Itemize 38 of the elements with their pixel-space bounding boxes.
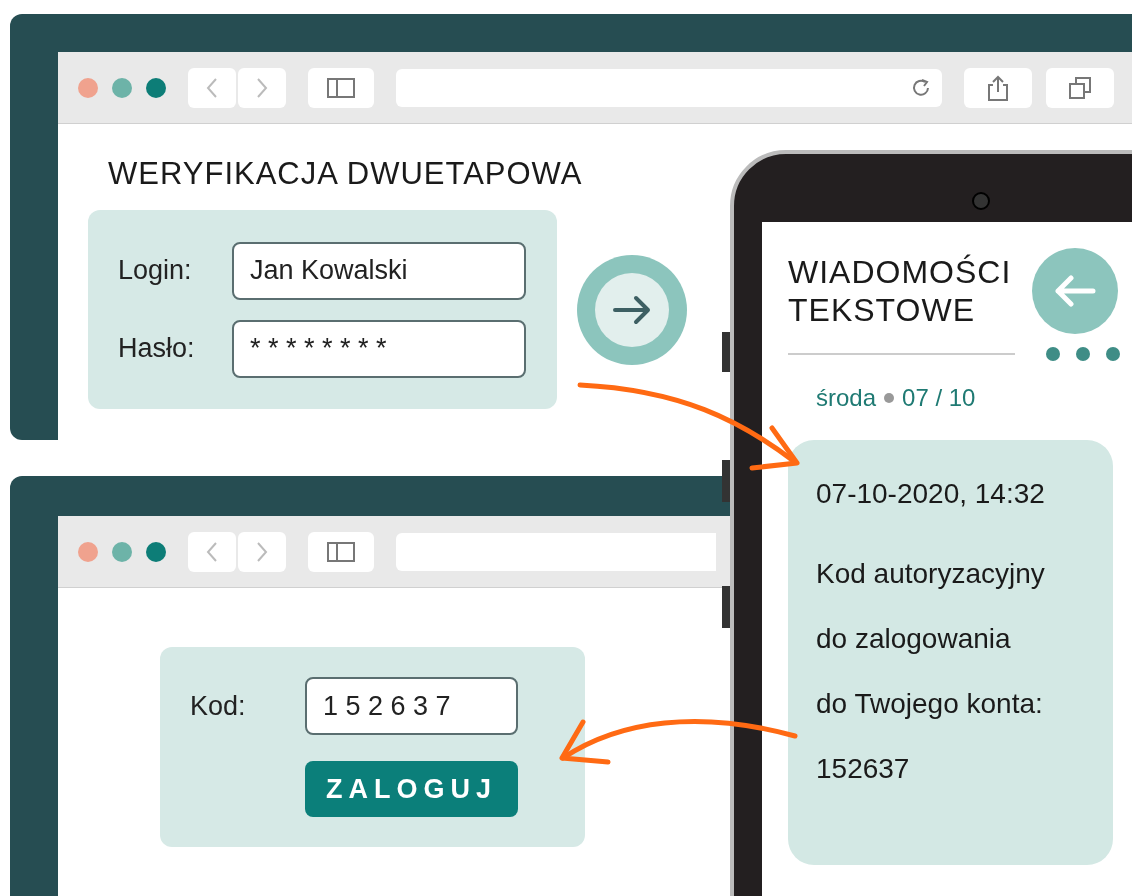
reload-icon[interactable] — [910, 76, 932, 99]
chevron-left-icon — [206, 540, 218, 563]
back-button[interactable] — [188, 67, 236, 108]
tabs-button[interactable] — [1046, 67, 1114, 108]
message-timestamp: 07-10-2020, 14:32 — [816, 477, 1046, 511]
input-field[interactable]: Jan Kowalski — [232, 241, 526, 300]
field-label: Kod: — [190, 689, 247, 723]
message-text: do Twojego konta: — [816, 687, 1044, 721]
message-day: środa — [816, 380, 877, 416]
field-label: Login: — [118, 254, 193, 288]
forward-button[interactable] — [238, 67, 286, 108]
login-button[interactable]: ZALOGUJ — [305, 761, 518, 817]
back-button[interactable] — [188, 531, 236, 572]
chevron-left-icon — [206, 76, 218, 99]
message-date: 07 / 10 — [902, 383, 976, 413]
message-text: Kod autoryzacyjny — [816, 557, 1046, 591]
chevron-right-icon — [256, 76, 268, 99]
forward-button[interactable] — [238, 531, 286, 572]
message-text: do zalogowania — [816, 622, 1012, 656]
message-text: 152637 — [816, 752, 911, 786]
chevron-right-icon — [256, 540, 268, 563]
input-field[interactable]: 1 5 2 6 3 7 — [305, 677, 518, 735]
camera-icon — [972, 192, 990, 210]
sidebar-button[interactable] — [308, 531, 374, 572]
messages-title: TEKSTOWE — [788, 291, 976, 329]
share-icon — [987, 74, 1009, 101]
field-label: Hasło: — [118, 332, 196, 366]
page-title: WERYFIKACJA DWUETAPOWA — [107, 155, 584, 193]
input-field[interactable]: * * * * * * * * — [232, 319, 526, 378]
arrow-left-icon — [1053, 275, 1097, 307]
share-button[interactable] — [964, 67, 1032, 108]
more-dots-icon[interactable] — [1045, 346, 1121, 362]
messages-title: WIADOMOŚCI — [788, 253, 1013, 291]
sidebar-icon — [327, 77, 355, 98]
tabs-icon — [1069, 76, 1091, 99]
sidebar-icon — [327, 541, 355, 562]
arrow-right-icon — [612, 294, 652, 325]
sidebar-button[interactable] — [308, 67, 374, 108]
